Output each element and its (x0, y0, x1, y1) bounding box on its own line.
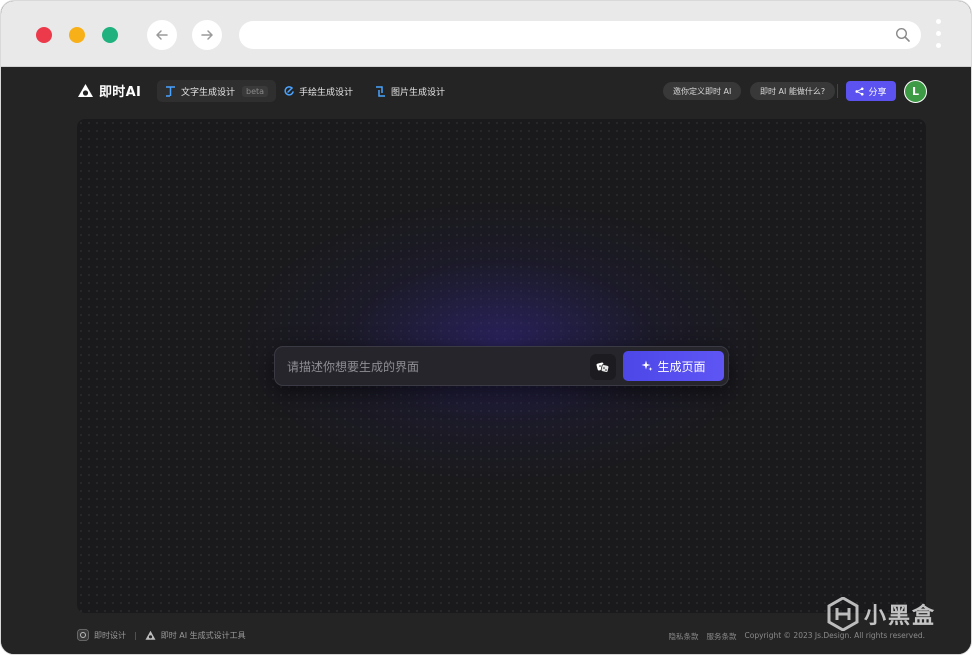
close-window-button[interactable] (36, 27, 52, 43)
footer-brand: 即时设计 | 即时 AI 生成式设计工具 (77, 629, 246, 641)
browser-window: 即时AI 文字生成设计 beta 手绘生成设计 图片生成设计 邀你定义即时 AI… (0, 0, 972, 655)
divider (837, 84, 838, 98)
sparkle-icon (641, 360, 653, 371)
footer-links: 隐私条款 服务条款 Copyright © 2023 Js.Design. Al… (669, 631, 925, 642)
address-bar[interactable] (239, 21, 921, 49)
tab-label: 图片生成设计 (391, 87, 446, 98)
heybox-logo-icon (827, 597, 859, 631)
tab-label: 手绘生成设计 (299, 87, 354, 98)
footer-separator: | (134, 630, 137, 640)
footer-brand-name[interactable]: 即时设计 (94, 630, 126, 641)
privacy-link[interactable]: 隐私条款 (669, 631, 699, 642)
jsdesign-logo-icon (77, 629, 89, 641)
watermark-text: 小黑盒 (864, 604, 937, 629)
dice-icon (596, 362, 610, 373)
arrow-left-icon (156, 30, 168, 40)
search-icon[interactable] (895, 27, 911, 43)
app-logo[interactable]: 即时AI (77, 81, 141, 100)
more-dot-icon (936, 43, 941, 48)
ai-logo-icon (145, 630, 156, 640)
top-navigation: 即时AI 文字生成设计 beta 手绘生成设计 图片生成设计 邀你定义即时 AI… (1, 67, 971, 117)
maximize-window-button[interactable] (102, 27, 118, 43)
tab-sketch-to-design[interactable]: 手绘生成设计 (275, 80, 361, 102)
arrow-right-icon (201, 30, 213, 40)
beta-badge: beta (242, 85, 269, 97)
minimize-window-button[interactable] (69, 27, 85, 43)
share-icon (855, 86, 865, 96)
tab-label: 文字生成设计 (181, 87, 236, 98)
text-generate-icon (166, 85, 175, 97)
user-avatar[interactable]: L (904, 80, 927, 103)
image-generate-icon (376, 85, 385, 97)
prompt-bar: 生成页面 (274, 346, 729, 386)
more-menu-button[interactable] (936, 19, 942, 49)
share-label: 分享 (868, 87, 887, 98)
copyright-text: Copyright © 2023 Js.Design. All rights r… (744, 631, 925, 640)
prompt-input[interactable] (287, 357, 577, 377)
invite-define-ai-button[interactable]: 邀你定义即时 AI (663, 82, 742, 100)
watermark: 小黑盒 (827, 597, 936, 631)
app-page: 即时AI 文字生成设计 beta 手绘生成设计 图片生成设计 邀你定义即时 AI… (1, 67, 971, 654)
tab-image-to-design[interactable]: 图片生成设计 (367, 80, 453, 102)
generate-label: 生成页面 (657, 359, 706, 374)
logo-icon (78, 83, 93, 97)
tab-text-to-design[interactable]: 文字生成设计 beta (157, 80, 277, 102)
terms-link[interactable]: 服务条款 (707, 631, 737, 642)
logo-text: 即时AI (99, 85, 142, 100)
more-dot-icon (936, 31, 941, 36)
random-prompt-button[interactable] (590, 354, 616, 380)
what-can-ai-do-button[interactable]: 即时 AI 能做什么? (750, 82, 836, 100)
browser-toolbar (1, 1, 971, 67)
share-button[interactable]: 分享 (846, 81, 896, 101)
sketch-icon (284, 85, 294, 96)
back-button[interactable] (147, 20, 177, 50)
more-dot-icon (936, 19, 941, 24)
forward-button[interactable] (192, 20, 222, 50)
footer-tagline: 即时 AI 生成式设计工具 (160, 630, 246, 640)
design-canvas: 生成页面 (77, 119, 926, 613)
generate-page-button[interactable]: 生成页面 (623, 351, 724, 381)
